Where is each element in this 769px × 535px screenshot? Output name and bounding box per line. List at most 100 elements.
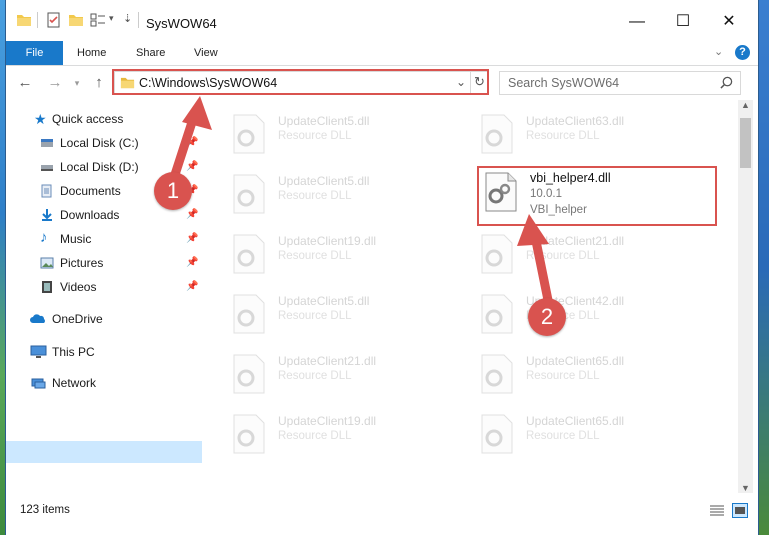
list-item[interactable]: UpdateClient19.dll Resource DLL <box>230 408 460 458</box>
forward-button[interactable]: → <box>46 74 64 92</box>
pin-icon[interactable]: 📌 <box>186 228 198 250</box>
list-item[interactable]: UpdateClient5.dll Resource DLL <box>230 168 460 218</box>
help-icon[interactable]: ? <box>735 45 750 60</box>
list-item[interactable]: UpdateClient5.dll Resource DLL <box>230 288 460 338</box>
scroll-up-icon[interactable]: ▲ <box>741 100 750 110</box>
file-name: UpdateClient5.dll <box>278 174 370 188</box>
file-name: UpdateClient65.dll <box>526 414 625 428</box>
sidebar-item-label: Downloads <box>60 208 120 222</box>
dll-file-icon <box>233 234 265 274</box>
list-item[interactable]: UpdateClient65.dll Resource DLL <box>478 348 708 398</box>
list-item[interactable]: UpdateClient21.dll Resource DLL <box>230 348 460 398</box>
file-type: Resource DLL <box>278 130 352 142</box>
file-type: Resource DLL <box>278 430 352 442</box>
file-name: UpdateClient19.dll <box>278 234 377 248</box>
pin-icon[interactable]: 📌 <box>186 276 198 298</box>
view-options-icon[interactable] <box>90 12 106 28</box>
list-item[interactable]: UpdateClient19.dll Resource DLL <box>230 228 460 278</box>
sidebar-item-music[interactable]: ♪ Music 📌 <box>40 228 204 250</box>
details-view-icon[interactable] <box>709 504 725 518</box>
properties-icon[interactable] <box>46 12 62 28</box>
file-name: UpdateClient63.dll <box>526 114 625 128</box>
minimize-icon: — <box>629 13 645 30</box>
sidebar-item-label: Local Disk (C:) <box>60 136 139 150</box>
search-icon <box>720 76 733 89</box>
maximize-icon: ☐ <box>675 13 691 30</box>
file-name: UpdateClient5.dll <box>278 294 370 308</box>
scroll-down-icon[interactable]: ▼ <box>741 483 750 493</box>
sidebar-item-label: This PC <box>52 345 95 359</box>
sidebar-item-label: Music <box>60 232 92 246</box>
cloud-icon <box>30 314 45 323</box>
file-list: UpdateClient5.dll Resource DLL UpdateCli… <box>206 100 738 493</box>
sidebar-item-videos[interactable]: Videos 📌 <box>40 276 204 298</box>
file-type: Resource DLL <box>526 430 600 442</box>
list-item[interactable]: UpdateClient5.dll Resource DLL <box>230 108 460 158</box>
item-count: 123 items <box>20 504 70 516</box>
computer-icon <box>30 345 47 358</box>
videos-icon <box>42 281 52 293</box>
vertical-scrollbar[interactable]: ▲ ▼ <box>738 100 753 493</box>
sidebar-item-label: Videos <box>60 280 97 294</box>
window-title: SysWOW64 <box>146 16 217 31</box>
dll-file-icon <box>233 174 265 214</box>
sidebar-item-label: Local Disk (D:) <box>60 160 139 174</box>
pin-icon[interactable]: 📌 <box>186 252 198 274</box>
file-type: Resource DLL <box>278 250 352 262</box>
dll-file-icon <box>481 114 513 154</box>
step-badge-1: 1 <box>154 172 192 210</box>
ribbon-tabs: File Home Share View ⌄ ? <box>6 41 758 66</box>
expand-ribbon-icon[interactable]: ⌄ <box>714 45 723 58</box>
search-box[interactable]: Search SysWOW64 <box>499 71 741 95</box>
search-placeholder: Search SysWOW64 <box>508 76 620 90</box>
sidebar-item-onedrive[interactable]: OneDrive <box>30 308 200 330</box>
sidebar-item-label: Quick access <box>52 112 124 126</box>
large-icons-view-icon[interactable] <box>732 503 748 518</box>
dll-file-icon <box>481 354 513 394</box>
file-type: Resource DLL <box>526 370 600 382</box>
sidebar-item-this-pc[interactable]: This PC <box>30 341 200 363</box>
file-type: Resource DLL <box>278 370 352 382</box>
music-icon: ♪ <box>40 229 48 246</box>
close-button[interactable]: ✕ <box>706 10 752 34</box>
tab-share[interactable]: Share <box>136 41 165 65</box>
tab-file[interactable]: File <box>6 41 63 65</box>
chevron-down-icon[interactable]: ▾ <box>109 13 114 24</box>
sidebar-item-label: OneDrive <box>52 312 103 326</box>
tab-view[interactable]: View <box>194 41 218 65</box>
step-badge-2: 2 <box>528 298 566 336</box>
navigation-bar: ← → ▾ ↑ C:\Windows\SysWOW64 ⌄ ↻ Search S… <box>6 66 758 100</box>
dll-file-icon <box>233 414 265 454</box>
selection-highlight <box>6 441 202 463</box>
new-folder-icon[interactable] <box>68 12 84 28</box>
documents-icon <box>41 184 52 198</box>
pictures-icon <box>40 257 54 269</box>
list-item[interactable]: UpdateClient63.dll Resource DLL <box>478 108 708 158</box>
file-name: UpdateClient65.dll <box>526 354 625 368</box>
tab-home[interactable]: Home <box>77 41 106 65</box>
sidebar-item-network[interactable]: Network <box>30 372 200 394</box>
scrollbar-thumb[interactable] <box>740 118 751 168</box>
file-type: Resource DLL <box>278 310 352 322</box>
dll-file-icon <box>233 354 265 394</box>
back-button[interactable]: ← <box>16 74 34 92</box>
up-button[interactable]: ↑ <box>90 74 108 92</box>
dll-file-icon <box>481 414 513 454</box>
drive-icon <box>41 165 53 171</box>
network-icon <box>31 378 46 389</box>
sidebar-item-pictures[interactable]: Pictures 📌 <box>40 252 204 274</box>
file-name: UpdateClient19.dll <box>278 414 377 428</box>
sidebar-item-label: Documents <box>60 184 121 198</box>
list-item[interactable]: UpdateClient65.dll Resource DLL <box>478 408 708 458</box>
recent-locations-button[interactable]: ▾ <box>68 74 86 92</box>
status-bar: 123 items <box>6 500 758 522</box>
separator <box>138 12 139 28</box>
file-type: Resource DLL <box>278 190 352 202</box>
pin-icon[interactable]: 📌 <box>186 204 198 226</box>
maximize-button[interactable]: ☐ <box>660 10 706 34</box>
sidebar-item-label: Pictures <box>60 256 104 270</box>
customize-toolbar-icon[interactable]: ⇣ <box>123 12 132 25</box>
star-icon: ★ <box>34 111 47 127</box>
file-name: UpdateClient5.dll <box>278 114 370 128</box>
minimize-button[interactable]: — <box>614 10 660 34</box>
